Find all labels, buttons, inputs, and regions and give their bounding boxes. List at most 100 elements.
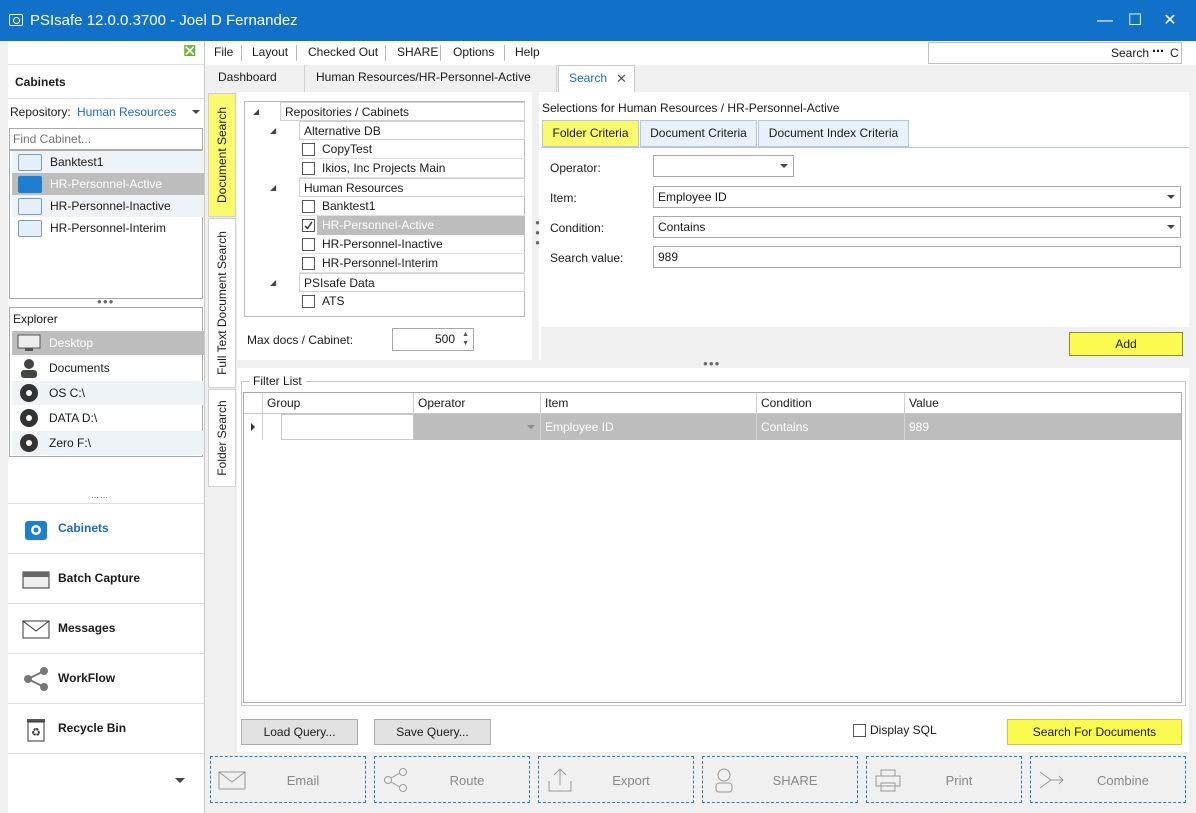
search-for-documents-button[interactable]: Search For Documents: [1007, 719, 1182, 745]
repository-select[interactable]: Human Resources: [77, 105, 176, 119]
nav-batch-capture[interactable]: Batch Capture: [8, 553, 204, 603]
menu-options[interactable]: Options: [453, 45, 494, 59]
tree-item-banktest1[interactable]: Banktest1: [299, 197, 525, 216]
drive-icon: [20, 384, 38, 402]
menu-file[interactable]: File: [214, 45, 233, 59]
search-value-input[interactable]: 989: [653, 246, 1181, 268]
col-value[interactable]: Value: [905, 393, 1181, 414]
col-group[interactable]: Group: [263, 393, 414, 414]
filter-list-title: Filter List: [249, 374, 306, 388]
tab-search[interactable]: Search ✕: [558, 65, 635, 92]
combine-action-button[interactable]: Combine: [1030, 756, 1186, 803]
tree-item-ats[interactable]: ATS: [299, 292, 525, 311]
checkbox[interactable]: [302, 238, 315, 251]
tab-document-index-criteria[interactable]: Document Index Criteria: [758, 120, 909, 147]
tab-dashboard[interactable]: Dashboard: [208, 65, 305, 92]
row-item-cell[interactable]: Employee ID: [541, 414, 757, 440]
menu-checked-out[interactable]: Checked Out: [308, 45, 378, 59]
col-operator[interactable]: Operator: [414, 393, 541, 414]
row-operator-select[interactable]: [414, 414, 541, 440]
tree-item-hr-personnel-inactive[interactable]: HR-Personnel-Inactive: [299, 235, 525, 254]
explorer-item-documents[interactable]: Documents: [12, 356, 204, 380]
expand-icon[interactable]: ◢: [270, 278, 276, 287]
checkbox[interactable]: [302, 143, 315, 156]
splitter-grip[interactable]: ⋯⋯: [91, 493, 109, 502]
tab-folder-criteria[interactable]: Folder Criteria: [542, 120, 639, 147]
vtab-full-text-search[interactable]: Full Text Document Search: [208, 218, 236, 388]
menu-share[interactable]: SHARE: [397, 45, 438, 59]
export-action-button[interactable]: Export: [538, 756, 694, 803]
global-search-box[interactable]: Search ⋯ C: [928, 42, 1182, 64]
tree-group-human-resources[interactable]: Human Resources: [299, 178, 525, 197]
row-group-input[interactable]: [281, 414, 414, 440]
drive-icon: [20, 434, 38, 452]
cabinet-item-banktest1[interactable]: Banktest1: [12, 151, 204, 173]
expand-icon[interactable]: ◢: [270, 126, 276, 135]
expand-icon[interactable]: ◢: [270, 183, 276, 192]
condition-select[interactable]: Contains: [653, 216, 1181, 238]
cabinet-icon: [18, 154, 42, 171]
menu-help[interactable]: Help: [515, 45, 540, 59]
row-value-cell[interactable]: 989: [905, 414, 1181, 440]
tree-header: Repositories / Cabinets: [280, 102, 525, 121]
route-action-button[interactable]: Route: [374, 756, 530, 803]
cabinet-icon: [18, 220, 42, 237]
tab-hr-personnel-active[interactable]: Human Resources/HR-Personnel-Active: [306, 65, 557, 92]
splitter-grip[interactable]: ●●●: [97, 297, 115, 306]
tree-group-alternative-db[interactable]: Alternative DB: [299, 121, 525, 140]
checkbox[interactable]: [302, 162, 315, 175]
display-sql-checkbox[interactable]: [853, 724, 866, 737]
item-select[interactable]: Employee ID: [653, 186, 1181, 208]
share-action-button[interactable]: SHARE: [702, 756, 858, 803]
explorer-item-data-d[interactable]: DATA D:\: [12, 406, 204, 430]
tab-document-criteria[interactable]: Document Criteria: [640, 120, 757, 147]
explorer-item-desktop[interactable]: Desktop: [12, 331, 204, 355]
chevron-down-icon[interactable]: [175, 778, 185, 783]
share-nodes-icon: [24, 667, 48, 691]
operator-select[interactable]: [653, 155, 794, 177]
drive-icon: [20, 409, 38, 427]
close-tab-icon[interactable]: ✕: [616, 66, 627, 91]
print-action-button[interactable]: Print: [866, 756, 1022, 803]
splitter-grip[interactable]: ●●●: [703, 359, 721, 368]
explorer-item-zero-f[interactable]: Zero F:\: [12, 431, 204, 455]
row-condition-cell[interactable]: Contains: [757, 414, 905, 440]
cabinet-item-hr-personnel-interim[interactable]: HR-Personnel-Interim: [12, 217, 204, 239]
add-button[interactable]: Add: [1069, 332, 1183, 356]
chevron-down-icon[interactable]: [192, 110, 200, 114]
max-docs-spinner[interactable]: 500 ▲ ▼: [392, 328, 474, 351]
vtab-document-search[interactable]: Document Search: [208, 93, 236, 217]
close-button[interactable]: ✕: [1147, 0, 1193, 41]
tree-item-ikios[interactable]: Ikios, Inc Projects Main: [299, 159, 525, 178]
nav-recycle-bin[interactable]: ♻ Recycle Bin: [8, 703, 204, 753]
nav-workflow[interactable]: WorkFlow: [8, 653, 204, 703]
expand-icon[interactable]: ◢: [253, 107, 259, 116]
checkbox[interactable]: [302, 200, 315, 213]
tree-item-copytest[interactable]: CopyTest: [299, 140, 525, 159]
row-pointer-icon: [251, 423, 255, 431]
tree-item-hr-personnel-active[interactable]: HR-Personnel-Active: [299, 216, 525, 235]
tree-group-psisafe-data[interactable]: PSIsafe Data: [299, 273, 525, 292]
load-query-button[interactable]: Load Query...: [241, 719, 358, 745]
more-icon[interactable]: ⋯: [1152, 44, 1164, 58]
email-action-button[interactable]: Email: [210, 756, 366, 803]
explorer-item-os-c[interactable]: OS C:\: [12, 381, 204, 405]
checkbox[interactable]: [302, 295, 315, 308]
save-query-button[interactable]: Save Query...: [374, 719, 491, 745]
cabinet-item-hr-personnel-active[interactable]: HR-Personnel-Active: [12, 173, 204, 195]
nav-messages[interactable]: Messages: [8, 603, 204, 653]
tree-item-hr-personnel-interim[interactable]: HR-Personnel-Interim: [299, 254, 525, 273]
menu-layout[interactable]: Layout: [252, 45, 288, 59]
svg-text:♻: ♻: [31, 727, 41, 739]
cabinet-icon: [18, 198, 42, 215]
nav-overflow[interactable]: [8, 753, 204, 803]
pin-icon[interactable]: ❎: [184, 46, 196, 57]
col-item[interactable]: Item: [541, 393, 757, 414]
cabinet-item-hr-personnel-inactive[interactable]: HR-Personnel-Inactive: [12, 195, 204, 217]
nav-cabinets[interactable]: Cabinets: [8, 503, 204, 553]
col-condition[interactable]: Condition: [757, 393, 905, 414]
vtab-folder-search[interactable]: Folder Search: [208, 389, 236, 487]
spin-arrows-icon[interactable]: ▲ ▼: [462, 330, 469, 348]
checkbox[interactable]: [302, 257, 315, 270]
find-cabinet-input[interactable]: [13, 130, 193, 148]
